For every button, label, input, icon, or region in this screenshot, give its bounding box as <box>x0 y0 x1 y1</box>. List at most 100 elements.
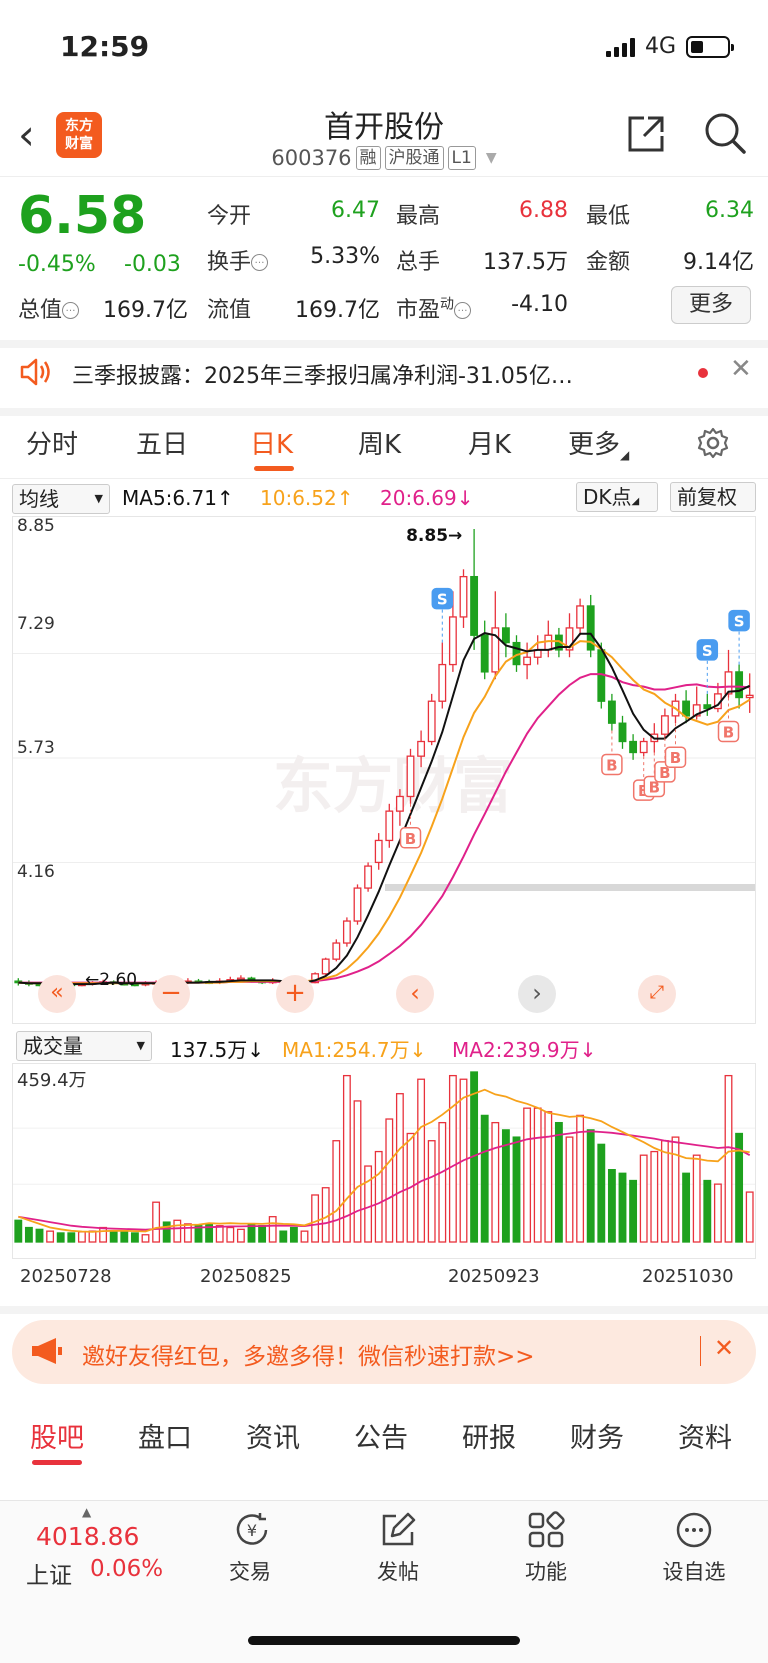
candle-body <box>353 887 362 922</box>
tab-news[interactable]: 资讯 <box>246 1416 300 1455</box>
status-icons: 4G <box>605 34 734 59</box>
volume-bar <box>67 1232 76 1243</box>
functions-label[interactable]: 功能 <box>496 1556 596 1586</box>
info-icon[interactable]: … <box>251 254 269 271</box>
volume-bar <box>268 1216 277 1243</box>
tab-profile[interactable]: 资料 <box>678 1416 732 1455</box>
volume-bar <box>289 1226 298 1243</box>
adjust-button[interactable]: 前复权 <box>670 482 756 512</box>
trade-label[interactable]: 交易 <box>200 1556 300 1586</box>
functions-icon[interactable] <box>526 1510 566 1550</box>
signal-letter: B <box>723 724 734 742</box>
tab-forum[interactable]: 股吧 <box>30 1416 84 1455</box>
index-value[interactable]: 4018.86 <box>36 1522 139 1551</box>
tabs-divider <box>0 478 768 479</box>
open-value: 6.47 <box>331 198 380 223</box>
price-axis: 8.85 7.29 5.73 4.16 <box>17 517 55 882</box>
tab-intraday[interactable]: 分时 <box>26 424 78 461</box>
scroll-right-icon[interactable]: › <box>518 975 556 1013</box>
dk-point-label: DK点 <box>583 485 632 509</box>
mktcap-label[interactable]: 总值… <box>18 292 80 324</box>
kline-chart[interactable]: 东方财富 BSBBBBBSSB 8.857.295.734.16 8.85→ ←… <box>12 516 756 1024</box>
zoom-out-icon[interactable]: − <box>152 975 190 1013</box>
date-label-1: 20250728 <box>20 1266 112 1287</box>
post-icon[interactable] <box>378 1510 418 1550</box>
close-icon[interactable]: ✕ <box>714 1334 734 1362</box>
active-tab-underline <box>254 466 294 471</box>
tag-margin: 融 <box>355 146 381 170</box>
pe-label[interactable]: 市盈动… <box>396 292 472 324</box>
turnover-label[interactable]: 换手… <box>207 244 269 276</box>
candle-body <box>480 634 489 673</box>
volume-bar <box>258 1225 267 1243</box>
candle-body <box>448 616 457 666</box>
close-icon[interactable]: ✕ <box>730 354 752 384</box>
indicator-select[interactable]: 均线 ▼ <box>12 484 110 514</box>
volume-bar <box>713 1183 722 1243</box>
volume-bar <box>597 1143 606 1243</box>
fullscreen-icon[interactable]: ⤢ <box>638 975 676 1013</box>
candle-body <box>735 671 744 699</box>
share-icon[interactable] <box>624 112 668 156</box>
more-dots-icon[interactable] <box>674 1510 714 1550</box>
volume-bar <box>120 1230 129 1243</box>
post-label[interactable]: 发帖 <box>348 1556 448 1586</box>
volume-bar <box>480 1114 489 1243</box>
candle-body <box>342 920 351 944</box>
volume-bar <box>332 1140 341 1243</box>
header-divider <box>0 176 768 177</box>
invite-text[interactable]: 邀好友得红包，多邀多得！微信秒速打款>> <box>82 1337 535 1371</box>
info-icon[interactable]: … <box>62 302 80 319</box>
volume-bar <box>56 1232 65 1243</box>
candle-body <box>417 740 426 757</box>
tab-announcements[interactable]: 公告 <box>354 1416 408 1455</box>
volume-indicator-select[interactable]: 成交量 ▼ <box>16 1031 152 1061</box>
volume-bar <box>183 1223 192 1243</box>
volume-bar <box>639 1154 648 1243</box>
volume-bar <box>417 1078 426 1243</box>
info-icon[interactable]: … <box>454 302 472 319</box>
date-label-3: 20250923 <box>448 1266 540 1287</box>
more-button[interactable]: 更多 <box>671 286 751 324</box>
change-amount: -0.03 <box>124 252 181 277</box>
tab-monthly-k[interactable]: 月K <box>468 424 511 461</box>
volume-bar <box>586 1129 595 1243</box>
trade-icon[interactable]: ¥ <box>232 1510 272 1550</box>
amount-value: 9.14亿 <box>683 250 754 275</box>
volume-svg: 459.4万 <box>13 1070 755 1243</box>
volume-bar <box>385 1118 394 1243</box>
tab-research[interactable]: 研报 <box>462 1416 516 1455</box>
settings-icon[interactable] <box>696 426 730 460</box>
scroll-left-icon[interactable]: ‹ <box>396 975 434 1013</box>
tab-more[interactable]: 更多◢ <box>568 424 629 462</box>
volume-bar <box>724 1074 733 1243</box>
news-headline[interactable]: 三季报披露：2025年三季报归属净利润-31.05亿… <box>72 358 672 390</box>
volume-bar <box>311 1194 320 1243</box>
volume-bar <box>321 1187 330 1243</box>
candle-body <box>501 627 510 644</box>
search-icon[interactable] <box>702 110 748 156</box>
tab-orderbook[interactable]: 盘口 <box>138 1416 192 1455</box>
tab-weekly-k[interactable]: 周K <box>358 424 401 461</box>
open-label: 今开 <box>207 204 252 229</box>
zoom-in-icon[interactable]: + <box>276 975 314 1013</box>
volume-chart[interactable]: 459.4万 <box>12 1063 756 1259</box>
volume-bar <box>533 1107 542 1243</box>
tab-finance[interactable]: 财务 <box>570 1416 624 1455</box>
tab-daily-k[interactable]: 日K <box>250 424 293 461</box>
candle-body <box>682 700 691 717</box>
candle-body <box>427 700 436 743</box>
stock-code: 600376 <box>271 146 352 170</box>
add-watchlist-label[interactable]: 设自选 <box>644 1556 744 1586</box>
resistance-band <box>385 884 755 891</box>
period-tabs: 分时 五日 日K 周K 月K 更多◢ <box>0 410 768 478</box>
volume-bar <box>576 1114 585 1243</box>
tab-5day[interactable]: 五日 <box>136 424 188 461</box>
volume-bar <box>226 1226 235 1243</box>
dk-point-button[interactable]: DK点◢ <box>576 482 658 512</box>
pe-sup: 动 <box>440 296 455 313</box>
candle-body <box>459 575 468 618</box>
last-price: 6.58 <box>18 186 147 246</box>
jump-start-icon[interactable]: « <box>38 975 76 1013</box>
volume-bar <box>660 1140 669 1243</box>
